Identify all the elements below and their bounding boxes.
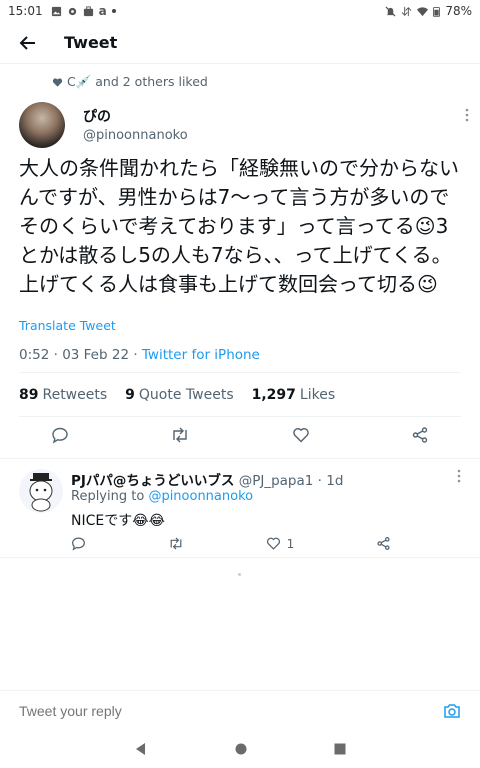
reply-button[interactable] [51, 426, 69, 444]
reply-display-name[interactable]: PJパパ@ちょうどいいブス [71, 473, 234, 489]
tweet-actions [19, 426, 461, 444]
timestamp: 0:52 · 03 Feb 22 · [19, 347, 142, 363]
notification-dot-icon [111, 9, 116, 13]
reply-actions: 1 [71, 536, 391, 551]
share-button[interactable] [411, 426, 429, 444]
replying-to: Replying to @pinoonnanoko [71, 489, 254, 504]
reply-composer [0, 690, 480, 730]
quote-tweets-stat[interactable]: 9 Quote Tweets [125, 387, 233, 403]
reply-author: PJパパ@ちょうどいいブス @PJ_papa1 · 1d [71, 469, 343, 489]
amazon-icon: a [98, 4, 107, 18]
status-time: 15:01 [8, 4, 43, 18]
system-nav-bar [0, 730, 480, 768]
avatar[interactable] [19, 102, 65, 148]
gear-icon [68, 7, 76, 15]
data-transfer-icon [401, 6, 412, 16]
reply-more-options-icon[interactable] [457, 469, 461, 483]
briefcase-icon [83, 5, 93, 16]
camera-icon[interactable] [443, 703, 461, 719]
source-link[interactable]: Twitter for iPhone [142, 347, 260, 363]
reply-like-button[interactable]: 1 [266, 536, 295, 551]
comment-icon [72, 537, 85, 551]
wifi-icon [417, 6, 429, 16]
reply-text: NICEです😂😂 [71, 513, 165, 529]
page-title: Tweet [64, 33, 118, 52]
retweet-icon [173, 427, 188, 443]
tweet-text: 大人の条件聞かれたら「経験無いので分からないんですが、男性からは7〜って言う方が… [19, 156, 459, 296]
translate-tweet-link[interactable]: Translate Tweet [19, 318, 116, 333]
reply-input[interactable] [19, 702, 443, 719]
tweet-meta: 0:52 · 03 Feb 22 · Twitter for iPhone [19, 347, 260, 363]
nav-recents-icon[interactable] [334, 743, 346, 755]
reply-tweet[interactable]: PJパパ@ちょうどいいブス @PJ_papa1 · 1d Replying to… [0, 458, 480, 558]
status-bar: 15:01 a 78% [0, 0, 480, 22]
tweet-stats: 89 Retweets 9 Quote Tweets 1,297 Likes [19, 387, 335, 403]
display-name[interactable]: ぴの [83, 106, 111, 126]
image-icon [51, 6, 61, 16]
cartoon-character-icon [29, 473, 53, 512]
social-context[interactable]: C💉 and 2 others liked [52, 74, 208, 90]
mute-icon [385, 5, 396, 17]
reply-share-button[interactable] [376, 536, 391, 551]
battery-icon [433, 6, 441, 17]
reply-retweet-button[interactable] [168, 536, 184, 551]
user-handle[interactable]: @pinoonnanoko [83, 128, 188, 143]
more-options-icon[interactable] [465, 108, 469, 122]
divider [19, 416, 461, 417]
retweets-stat[interactable]: 89 Retweets [19, 387, 107, 403]
loading-indicator [238, 573, 241, 576]
app-bar: Tweet [0, 22, 480, 64]
battery-percent: 78% [445, 4, 472, 18]
retweet-icon [170, 537, 182, 550]
like-button[interactable] [292, 426, 310, 444]
reply-handle-time: @PJ_papa1 · 1d [238, 473, 344, 489]
share-icon [412, 427, 428, 443]
likes-stat[interactable]: 1,297 Likes [252, 387, 336, 403]
comment-icon [52, 427, 68, 444]
heart-icon [52, 77, 63, 87]
nav-home-icon[interactable] [235, 743, 247, 755]
share-icon [377, 537, 390, 550]
nav-back-icon[interactable] [134, 742, 148, 756]
reply-avatar[interactable] [19, 469, 63, 513]
heart-outline-icon [266, 537, 280, 550]
arrow-left-icon [19, 35, 35, 50]
reply-like-count: 1 [286, 536, 295, 551]
divider [19, 372, 461, 373]
heart-outline-icon [292, 428, 309, 443]
liked-by-text: C💉 and 2 others liked [67, 74, 208, 89]
tweet-header: ぴの @pinoonnanoko [19, 100, 469, 150]
mention-link[interactable]: @pinoonnanoko [148, 489, 253, 504]
retweet-button[interactable] [170, 426, 190, 444]
reply-reply-button[interactable] [71, 536, 86, 551]
back-button[interactable] [0, 22, 56, 64]
